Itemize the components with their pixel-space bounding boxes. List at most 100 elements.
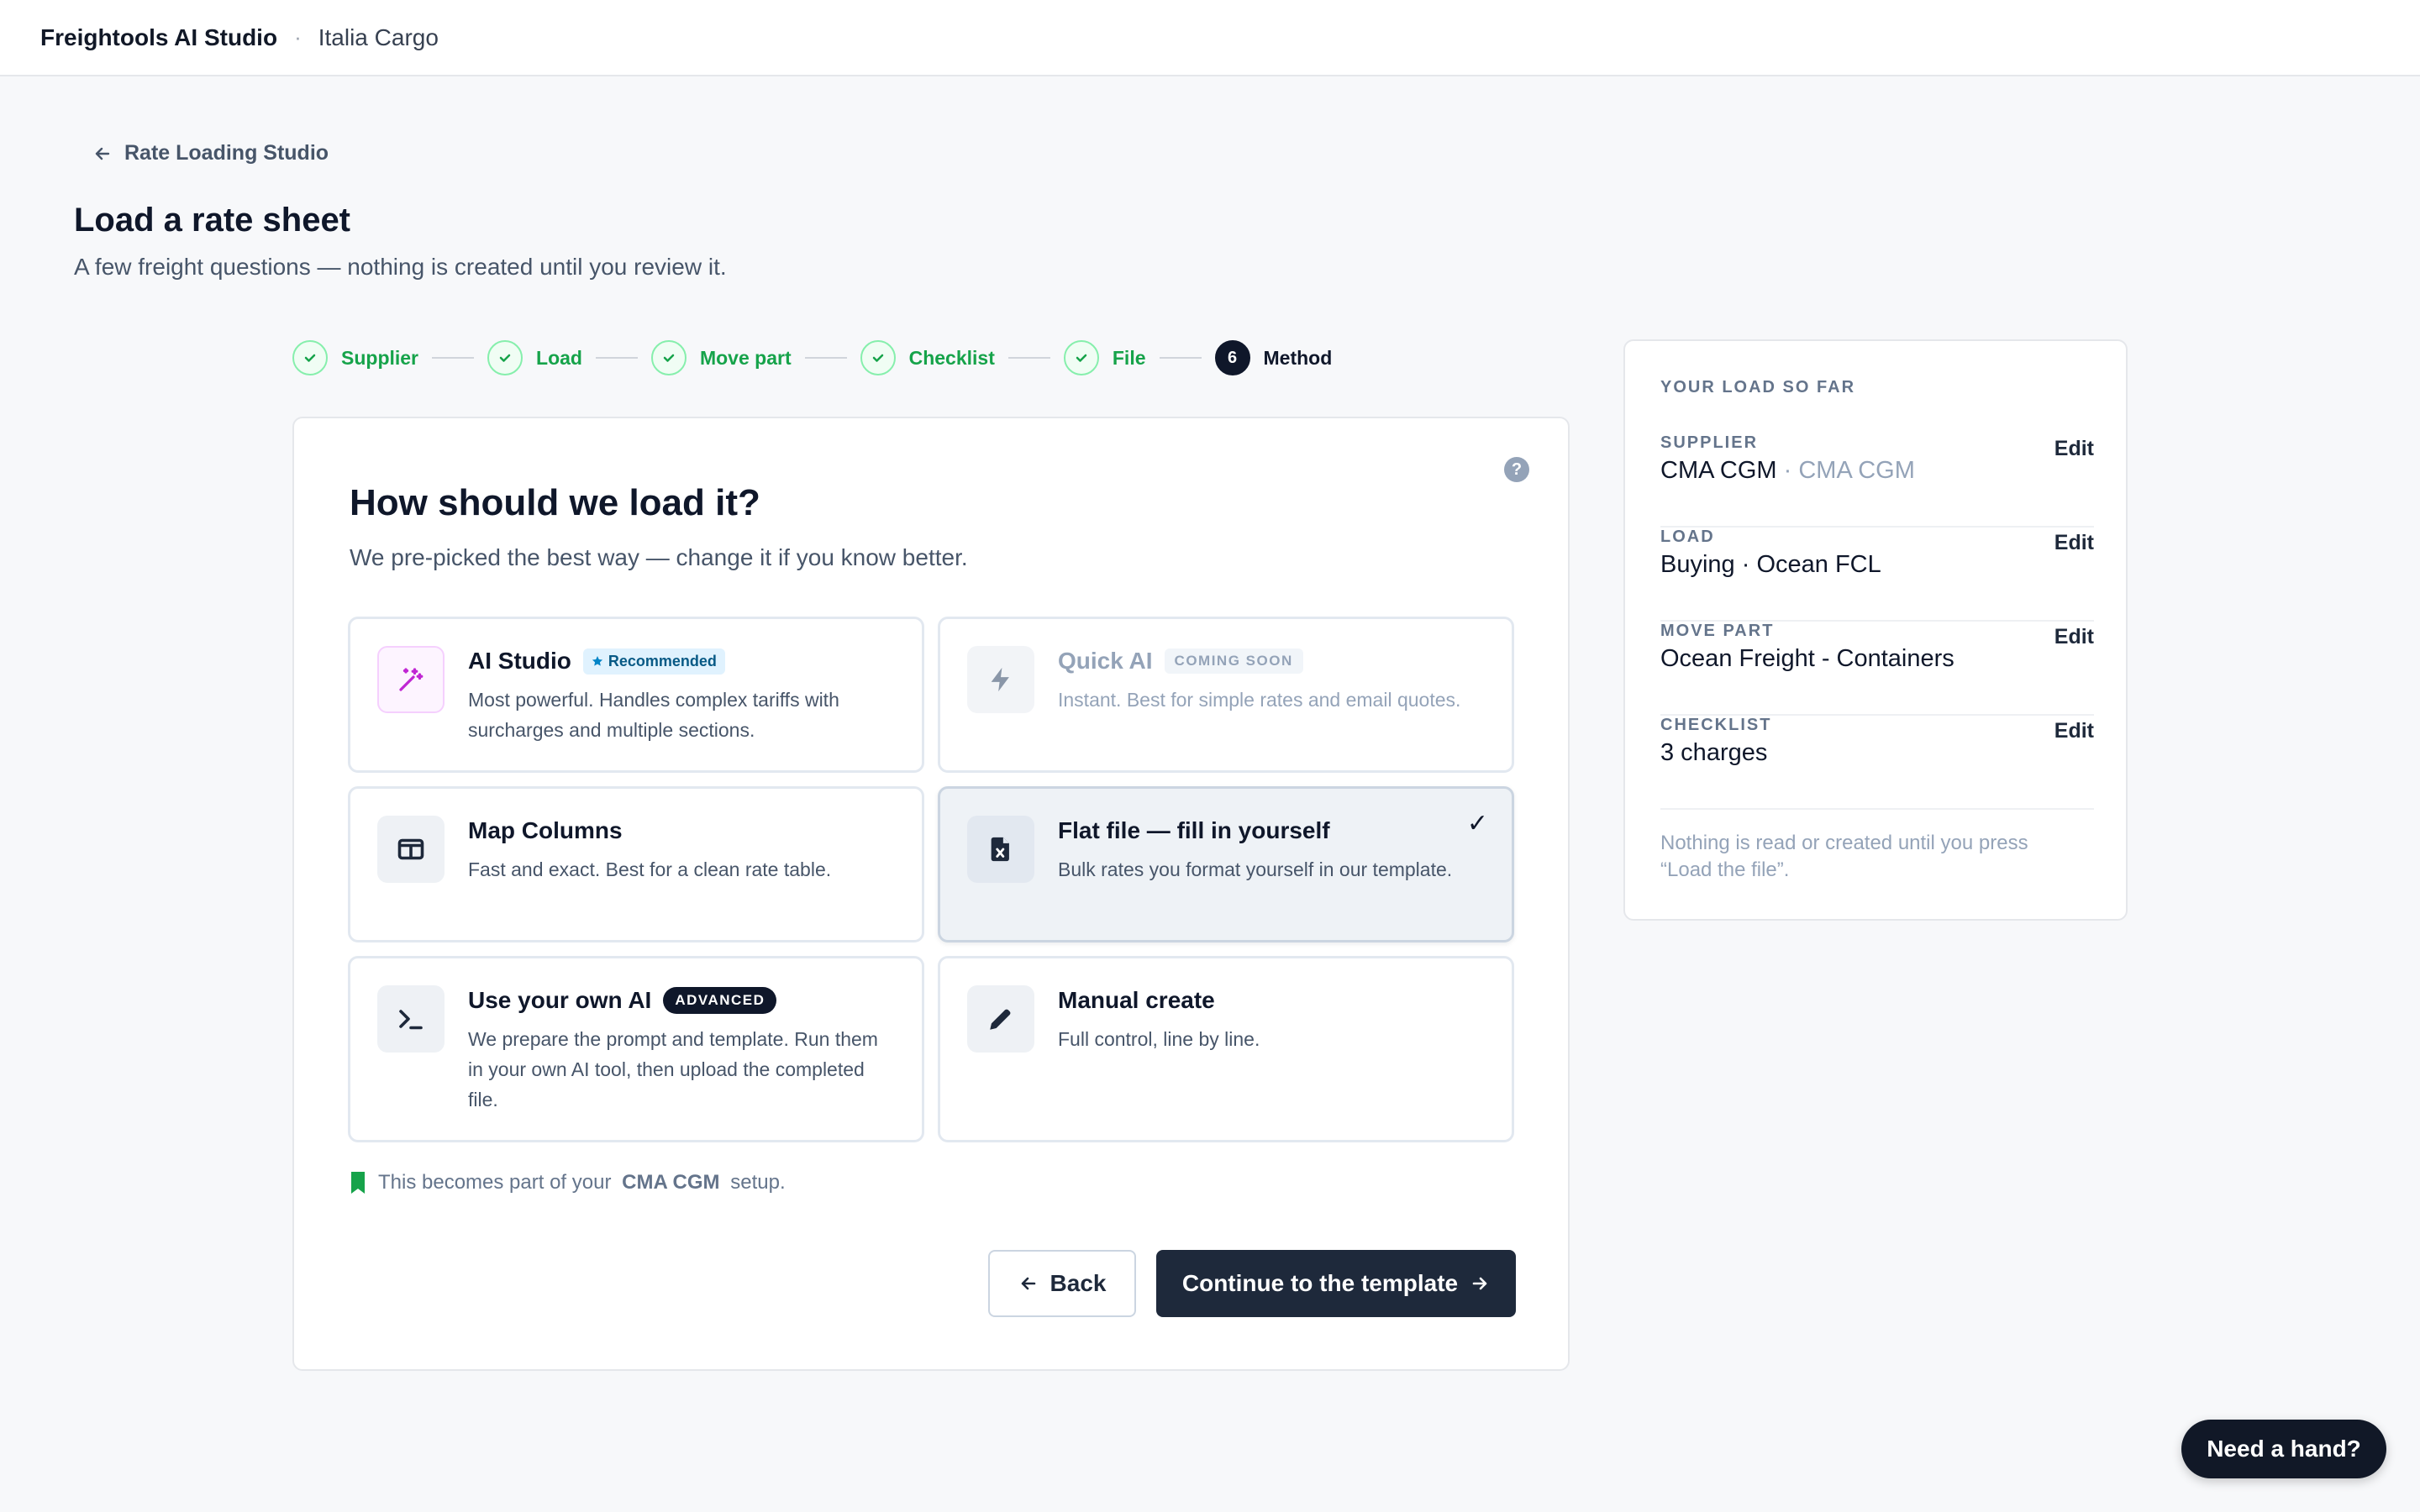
summary-note: Nothing is read or created until you pre… [1660,832,2028,881]
edit-move-part-link[interactable]: Edit [2054,625,2094,649]
check-icon [292,340,328,375]
arrow-right-icon [1472,1277,1487,1290]
footnote-supplier: CMA CGM [622,1171,720,1194]
edit-supplier-link[interactable]: Edit [2054,437,2094,461]
option-description: Instant. Best for simple rates and email… [1058,689,1461,711]
continue-button-label: Continue to the template [1181,1270,1459,1296]
recommended-badge: Recommended [582,648,725,675]
help-icon[interactable]: ? [1504,457,1529,482]
app-brand[interactable]: Freightools AI Studio [40,24,277,51]
summary-value: 3 charges [1660,739,1768,766]
summary-row-move-part: MOVE PART Ocean Freight - Containers Edi… [1660,622,2094,716]
terminal-icon [377,985,445,1053]
step-label: Move part [699,346,792,369]
step-connector [595,357,638,359]
step-load[interactable]: Load [487,340,582,375]
lightning-icon [967,646,1034,713]
magic-wand-icon [377,646,445,713]
option-manual-create[interactable]: Manual create Full control, line by line… [938,956,1514,1142]
top-bar: Freightools AI Studio · Italia Cargo [0,0,2420,76]
option-description: Fast and exact. Best for a clean rate ta… [468,858,832,880]
step-connector [804,357,847,359]
summary-key: MOVE PART [1660,622,1775,640]
option-title: Manual create [1058,987,1215,1013]
organization-name: Italia Cargo [318,24,439,50]
option-title: Map Columns [468,817,623,843]
supplier-alias: · CMA CGM [1783,457,1915,484]
summary-key: LOAD [1660,528,1715,546]
card-subtitle: We pre-picked the best way — change it i… [350,544,968,570]
summary-row-load: LOAD Buying · Ocean FCL Edit [1660,528,2094,622]
step-connector [1007,357,1050,359]
step-connector [1159,357,1202,359]
summary-value: Ocean Freight - Containers [1660,645,1954,672]
setup-footnote: This becomes part of your CMA CGM setup. [350,1171,786,1194]
need-a-hand-button[interactable]: Need a hand? [2181,1420,2386,1478]
check-icon [860,340,896,375]
columns-icon [377,816,445,883]
selected-check-icon: ✓ [1466,810,1488,837]
step-checklist[interactable]: Checklist [860,340,995,375]
back-link-label: Rate Loading Studio [124,141,329,165]
back-button-label: Back [1050,1270,1107,1296]
option-flat-file[interactable]: Flat file — fill in yourself Bulk rates … [938,786,1514,942]
summary-key: SUPPLIER [1660,433,1759,452]
summary-row-checklist: CHECKLIST 3 charges Edit [1660,716,2094,810]
summary-value: Buying · Ocean FCL [1660,551,1881,578]
method-card: ? How should we load it? We pre-picked t… [292,417,1570,1371]
arrow-left-icon [95,147,110,160]
pencil-icon [967,985,1034,1053]
footnote-prefix: This becomes part of your [378,1171,612,1194]
step-label: Checklist [908,346,995,369]
step-label: File [1112,346,1146,369]
continue-button[interactable]: Continue to the template [1156,1250,1516,1317]
summary-heading: YOUR LOAD SO FAR [1660,378,1856,396]
option-title: AI Studio [468,648,571,674]
option-quick-ai: Quick AI COMING SOON Instant. Best for s… [938,617,1514,773]
option-title: Flat file — fill in yourself [1058,817,1330,843]
edit-checklist-link[interactable]: Edit [2054,719,2094,743]
option-title: Quick AI [1058,648,1153,674]
step-number: 6 [1214,340,1250,375]
option-title: Use your own AI [468,987,652,1013]
badge-label: Recommended [608,652,717,669]
step-label: Load [536,346,582,369]
back-button[interactable]: Back [988,1250,1136,1317]
coming-soon-badge: COMING SOON [1164,648,1303,674]
footnote-suffix: setup. [730,1171,786,1194]
summary-key: CHECKLIST [1660,716,1772,734]
option-map-columns[interactable]: Map Columns Fast and exact. Best for a c… [348,786,924,942]
step-file[interactable]: File [1063,340,1146,375]
summary-row-supplier: SUPPLIER CMA CGM · CMA CGM Edit [1660,433,2094,528]
step-method[interactable]: 6 Method [1214,340,1333,375]
edit-load-link[interactable]: Edit [2054,531,2094,555]
wizard-stepper: Supplier Load Move part Checklist File 6… [292,339,1332,376]
back-to-studio-link[interactable]: Rate Loading Studio [92,141,329,165]
summary-value: CMA CGM · CMA CGM [1660,457,1915,485]
bookmark-icon [351,1172,365,1194]
option-description: We prepare the prompt and template. Run … [468,1028,878,1110]
option-own-ai[interactable]: Use your own AI ADVANCED We prepare the … [348,956,924,1142]
step-label: Supplier [341,346,419,369]
option-description: Full control, line by line. [1058,1028,1260,1050]
option-ai-studio[interactable]: AI Studio Recommended Most powerful. Han… [348,617,924,773]
brand-separator: · [294,24,302,50]
page-title: Load a rate sheet [74,202,351,239]
arrow-left-icon [1021,1277,1035,1290]
check-icon [650,340,687,375]
step-connector [432,357,475,359]
check-icon [487,340,523,375]
card-title: How should we load it? [350,482,760,523]
step-supplier[interactable]: Supplier [292,340,418,375]
load-summary-panel: YOUR LOAD SO FAR SUPPLIER CMA CGM · CMA … [1623,339,2128,921]
page-subtitle: A few freight questions — nothing is cre… [74,254,727,280]
star-icon [592,656,602,666]
supplier-name: CMA CGM [1660,457,1777,484]
check-icon [1063,340,1099,375]
step-label: Method [1263,346,1333,369]
step-move-part[interactable]: Move part [650,340,792,375]
excel-file-icon [967,816,1034,883]
advanced-badge: ADVANCED [663,987,777,1014]
option-description: Bulk rates you format yourself in our te… [1058,858,1453,880]
option-description: Most powerful. Handles complex tariffs w… [468,689,839,741]
